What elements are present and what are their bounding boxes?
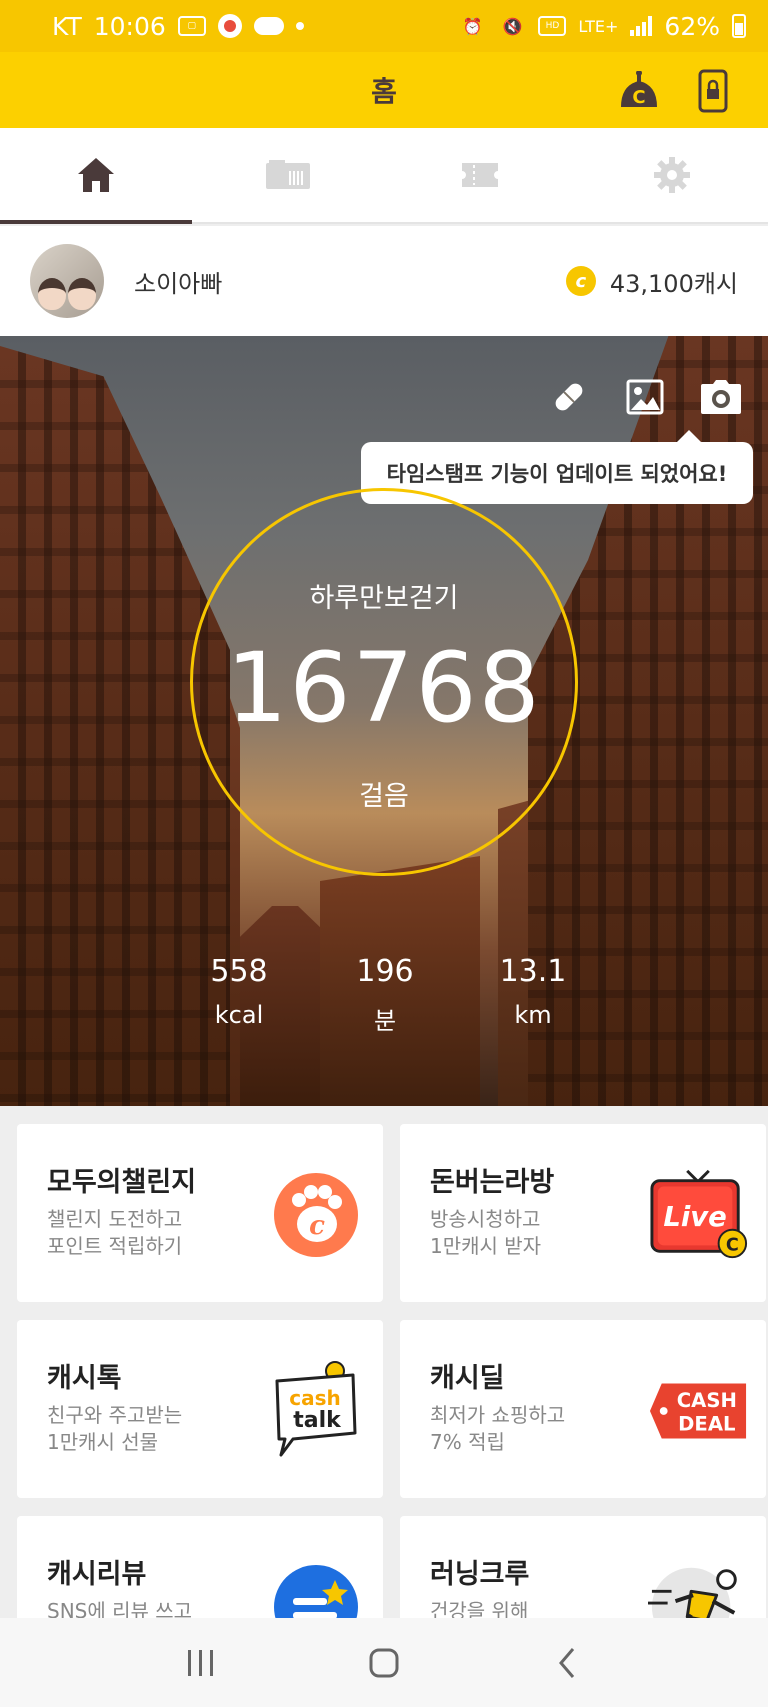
- tab-home[interactable]: [0, 128, 192, 224]
- card-title: 캐시톡: [47, 1363, 122, 1394]
- back-button[interactable]: [537, 1633, 597, 1693]
- card-cash-talk[interactable]: 캐시톡 친구와 주고받는 1만캐시 선물 cash talk: [17, 1320, 383, 1498]
- stat-unit: kcal: [214, 1001, 264, 1029]
- stat-value: 558: [210, 954, 268, 989]
- cash-balance[interactable]: c 43,100캐시: [565, 264, 738, 299]
- cashwalk-character-button[interactable]: C: [616, 68, 662, 114]
- system-navigation-bar: [0, 1618, 768, 1707]
- card-title: 러닝크루: [430, 1559, 530, 1590]
- card-title: 캐시딜: [430, 1363, 505, 1394]
- card-challenge[interactable]: 모두의챌린지 챌린지 도전하고 포인트 적립하기 c: [17, 1124, 383, 1302]
- hero-toolbar: [546, 374, 744, 420]
- svg-text:cash: cash: [289, 1386, 341, 1410]
- carrier-label: KT: [52, 11, 82, 41]
- runner-icon: [648, 1558, 750, 1618]
- cash-coin-icon: c: [565, 266, 596, 296]
- stat-unit: km: [514, 1001, 552, 1029]
- alarm-icon: ⏰: [462, 16, 483, 36]
- home-button[interactable]: [354, 1633, 414, 1693]
- recent-apps-button[interactable]: [171, 1633, 231, 1693]
- distance-stat: 13.1 km: [473, 954, 593, 1029]
- card-subtitle: 최저가 쇼핑하고 7% 적립: [430, 1403, 566, 1454]
- camera-icon: [701, 380, 741, 414]
- card-live-broadcast[interactable]: 돈버는라방 방송시청하고 1만캐시 받자 Live C: [400, 1124, 766, 1302]
- card-subtitle: 건강을 위해: [430, 1599, 529, 1618]
- battery-percent: 62%: [664, 11, 720, 41]
- cash-amount: 43,100캐시: [609, 269, 738, 298]
- pill-button[interactable]: [546, 374, 592, 420]
- card-subtitle: 방송시청하고 1만캐시 받자: [430, 1207, 542, 1258]
- status-bar: KT 10:06 ▢ ⏰ 🔇 HD LTE+ 62%: [0, 0, 768, 52]
- lock-screen-button[interactable]: [690, 68, 736, 114]
- steps-label: 하루만보걷기: [309, 583, 459, 614]
- card-subtitle: SNS에 리뷰 쓰고: [47, 1599, 193, 1618]
- svg-text:Live: Live: [663, 1202, 726, 1233]
- card-subtitle: 친구와 주고받는 1만캐시 선물: [47, 1403, 183, 1454]
- page-title: 홈: [371, 75, 397, 108]
- tab-coupon[interactable]: [384, 128, 576, 222]
- signal-icon: [630, 16, 653, 36]
- battery-icon: [732, 14, 746, 38]
- clock: 10:06: [93, 11, 166, 41]
- home-circle-icon: [369, 1648, 399, 1677]
- card-title: 모두의챌린지: [47, 1167, 197, 1198]
- mute-icon: 🔇: [502, 16, 523, 36]
- svg-text:talk: talk: [293, 1408, 342, 1433]
- gallery-button[interactable]: [622, 374, 668, 420]
- ticket-icon: [266, 160, 310, 189]
- card-title: 캐시리뷰: [47, 1559, 147, 1590]
- tab-bar: [0, 128, 768, 224]
- phone-lock-icon: [698, 69, 728, 113]
- cash-character-icon: C: [621, 71, 657, 108]
- pill-icon: [555, 383, 583, 411]
- svg-text:C: C: [726, 1235, 739, 1255]
- stat-value: 13.1: [499, 954, 567, 989]
- minutes-stat: 196 분: [325, 954, 445, 1036]
- svg-text:DEAL: DEAL: [678, 1413, 735, 1436]
- coupon-icon: [462, 163, 498, 187]
- tab-ticket[interactable]: [192, 128, 384, 222]
- step-counter-hero: 타임스탬프 기능이 업데이트 되었어요! 하루만보걷기 16768 걸음 558…: [0, 336, 768, 1106]
- avatar[interactable]: [30, 244, 104, 318]
- card-title: 돈버는라방: [430, 1167, 555, 1198]
- gear-icon: [654, 157, 690, 193]
- back-chevron-icon: [558, 1647, 574, 1678]
- review-icon: [265, 1558, 367, 1618]
- gallery-notification-icon: ▢: [177, 16, 206, 36]
- live-tv-icon: Live C: [648, 1166, 750, 1264]
- chat-notification-icon: [253, 17, 284, 35]
- cash-deal-tag-icon: CASH DEAL: [648, 1362, 750, 1460]
- card-cash-review[interactable]: 캐시리뷰 SNS에 리뷰 쓰고: [17, 1516, 383, 1618]
- app-notification-icon: [217, 14, 242, 38]
- card-subtitle: 챌린지 도전하고 포인트 적립하기: [47, 1207, 183, 1258]
- hd-icon: HD: [538, 16, 567, 36]
- feature-card-grid: 모두의챌린지 챌린지 도전하고 포인트 적립하기 c 돈버는라방 방송시청하고 1만…: [0, 1106, 768, 1618]
- paw-coin-icon: c: [265, 1166, 367, 1264]
- camera-button[interactable]: [698, 374, 744, 420]
- svg-text:C: C: [632, 87, 645, 108]
- step-count: 16768: [226, 632, 542, 744]
- network-type: LTE+: [578, 16, 619, 36]
- stat-value: 196: [356, 954, 414, 989]
- app-bar: 홈 C: [0, 52, 768, 128]
- recent-apps-icon: [188, 1649, 214, 1676]
- image-icon: [626, 379, 664, 415]
- card-running-crew[interactable]: 러닝크루 건강을 위해: [400, 1516, 766, 1618]
- profile-row[interactable]: 소이아빠 c 43,100캐시: [0, 226, 768, 336]
- more-notifications-icon: [295, 22, 304, 30]
- svg-text:CASH: CASH: [677, 1389, 737, 1412]
- card-cash-deal[interactable]: 캐시딜 최저가 쇼핑하고 7% 적립 CASH DEAL: [400, 1320, 766, 1498]
- tab-settings[interactable]: [576, 128, 768, 222]
- svg-text:c: c: [309, 1211, 325, 1241]
- steps-unit: 걸음: [359, 781, 409, 812]
- calories-stat: 558 kcal: [179, 954, 299, 1029]
- username: 소이아빠: [134, 269, 223, 298]
- stat-unit: 분: [373, 1007, 397, 1035]
- home-icon: [78, 158, 114, 192]
- cash-talk-icon: cash talk: [265, 1361, 367, 1460]
